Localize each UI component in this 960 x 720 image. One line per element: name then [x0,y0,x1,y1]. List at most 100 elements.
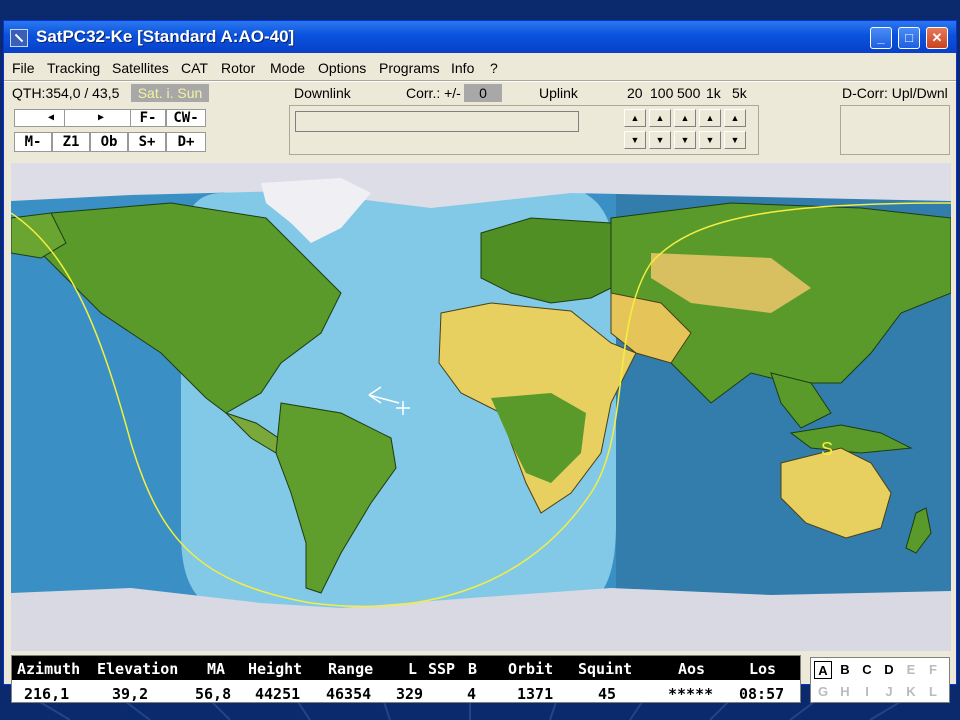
triangle-down-icon: ▼ [680,135,690,145]
triangle-up-icon: ▲ [730,113,740,123]
step-1k-down-button[interactable]: ▼ [699,131,721,149]
step-5k-down-button[interactable]: ▼ [724,131,746,149]
col-range: Range [328,660,374,678]
sat-slot-e[interactable]: E [902,661,920,679]
menu-help[interactable]: ? [490,60,498,76]
menu-tracking[interactable]: Tracking [47,60,100,76]
menu-rotor[interactable]: Rotor [221,60,255,76]
triangle-down-icon: ▼ [630,135,640,145]
triangle-down-icon: ▼ [705,135,715,145]
cw-minus-button[interactable]: CW- [166,109,206,127]
step-20-down-button[interactable]: ▼ [624,131,646,149]
step-100-label: 100 [650,85,674,101]
ob-button[interactable]: Ob [90,132,128,152]
m-minus-button[interactable]: M- [14,132,52,152]
col-orbit: Orbit [508,660,554,678]
triangle-up-icon: ▲ [705,113,715,123]
val-l: 329 [396,685,424,703]
corr-value[interactable]: 0 [464,84,502,102]
sat-slot-i[interactable]: I [858,683,876,701]
sat-slot-g[interactable]: G [814,683,832,701]
col-ssp: SSP [428,660,456,678]
step-20-label: 20 [627,85,643,101]
col-squint: Squint [578,660,633,678]
col-l: L [408,660,418,678]
val-b: 4 [467,685,477,703]
qth-readout: QTH:354,0 / 43,5 [12,85,120,101]
val-azimuth: 216,1 [24,685,70,703]
col-b: B [468,660,478,678]
minimize-icon: _ [877,30,885,45]
step-right-button[interactable]: ▶ [64,109,138,127]
menu-separator [4,80,956,82]
val-aos: ***** [668,685,714,703]
s-plus-button[interactable]: S+ [128,132,166,152]
step-1k-up-button[interactable]: ▲ [699,109,721,127]
maximize-icon: □ [905,30,913,45]
dcorr-label: D-Corr: Upl/Dwnl [842,85,948,101]
dcorr-panel [840,105,950,155]
val-squint: 45 [598,685,617,703]
d-plus-button[interactable]: D+ [166,132,206,152]
sat-slot-h[interactable]: H [836,683,854,701]
step-1k-label: 1k [706,85,721,101]
step-100-down-button[interactable]: ▼ [649,131,671,149]
maximize-button[interactable]: □ [898,27,920,49]
col-ma: MA [207,660,226,678]
step-500-label: 500 [677,85,701,101]
world-map[interactable]: S [11,163,951,651]
menu-file[interactable]: File [12,60,35,76]
val-range: 46354 [326,685,372,703]
triangle-up-icon: ▲ [655,113,665,123]
sat-slot-l[interactable]: L [924,683,942,701]
title-bar[interactable]: SatPC32-Ke [Standard A:AO-40] _ □ ✕ [4,21,956,53]
menu-info[interactable]: Info [451,60,474,76]
sat-slot-k[interactable]: K [902,683,920,701]
col-aos: Aos [678,660,706,678]
step-5k-up-button[interactable]: ▲ [724,109,746,127]
corr-label: Corr.: +/- [406,85,461,101]
val-elevation: 39,2 [112,685,149,703]
z1-button[interactable]: Z1 [52,132,90,152]
sat-slot-c[interactable]: C [858,661,876,679]
col-height: Height [248,660,303,678]
sat-slot-b[interactable]: B [836,661,854,679]
sat-slot-d[interactable]: D [880,661,898,679]
sat-slot-j[interactable]: J [880,683,898,701]
sat-sun-indicator: Sat. i. Sun [131,84,209,102]
val-height: 44251 [255,685,301,703]
downlink-label: Downlink [294,85,351,101]
menu-options[interactable]: Options [318,60,366,76]
tracking-table: Azimuth Elevation MA Height Range L SSP … [11,655,801,703]
col-elevation: Elevation [97,660,179,678]
menu-mode[interactable]: Mode [270,60,305,76]
triangle-up-icon: ▲ [630,113,640,123]
triangle-down-icon: ▼ [730,135,740,145]
menu-programs[interactable]: Programs [379,60,440,76]
antarctica [11,588,951,651]
frequency-display[interactable] [295,111,579,132]
app-window: SatPC32-Ke [Standard A:AO-40] _ □ ✕ File… [3,20,957,703]
sun-marker: S [821,439,833,459]
window-title: SatPC32-Ke [Standard A:AO-40] [36,27,295,46]
col-azimuth: Azimuth [17,660,81,678]
val-orbit: 1371 [517,685,554,703]
minimize-button[interactable]: _ [870,27,892,49]
menu-cat[interactable]: CAT [181,60,208,76]
sat-slot-f[interactable]: F [924,661,942,679]
uplink-label: Uplink [539,85,578,101]
triangle-left-icon: ◀ [47,112,55,123]
step-5k-label: 5k [732,85,747,101]
val-los: 08:57 [739,685,785,703]
sat-slot-a[interactable]: A [814,661,832,679]
close-button[interactable]: ✕ [926,27,948,49]
triangle-down-icon: ▼ [655,135,665,145]
step-100-up-button[interactable]: ▲ [649,109,671,127]
satellite-icon[interactable] [10,29,28,47]
step-500-down-button[interactable]: ▼ [674,131,696,149]
menu-satellites[interactable]: Satellites [112,60,169,76]
step-500-up-button[interactable]: ▲ [674,109,696,127]
f-minus-button[interactable]: F- [130,109,166,127]
col-los: Los [749,660,777,678]
step-20-up-button[interactable]: ▲ [624,109,646,127]
